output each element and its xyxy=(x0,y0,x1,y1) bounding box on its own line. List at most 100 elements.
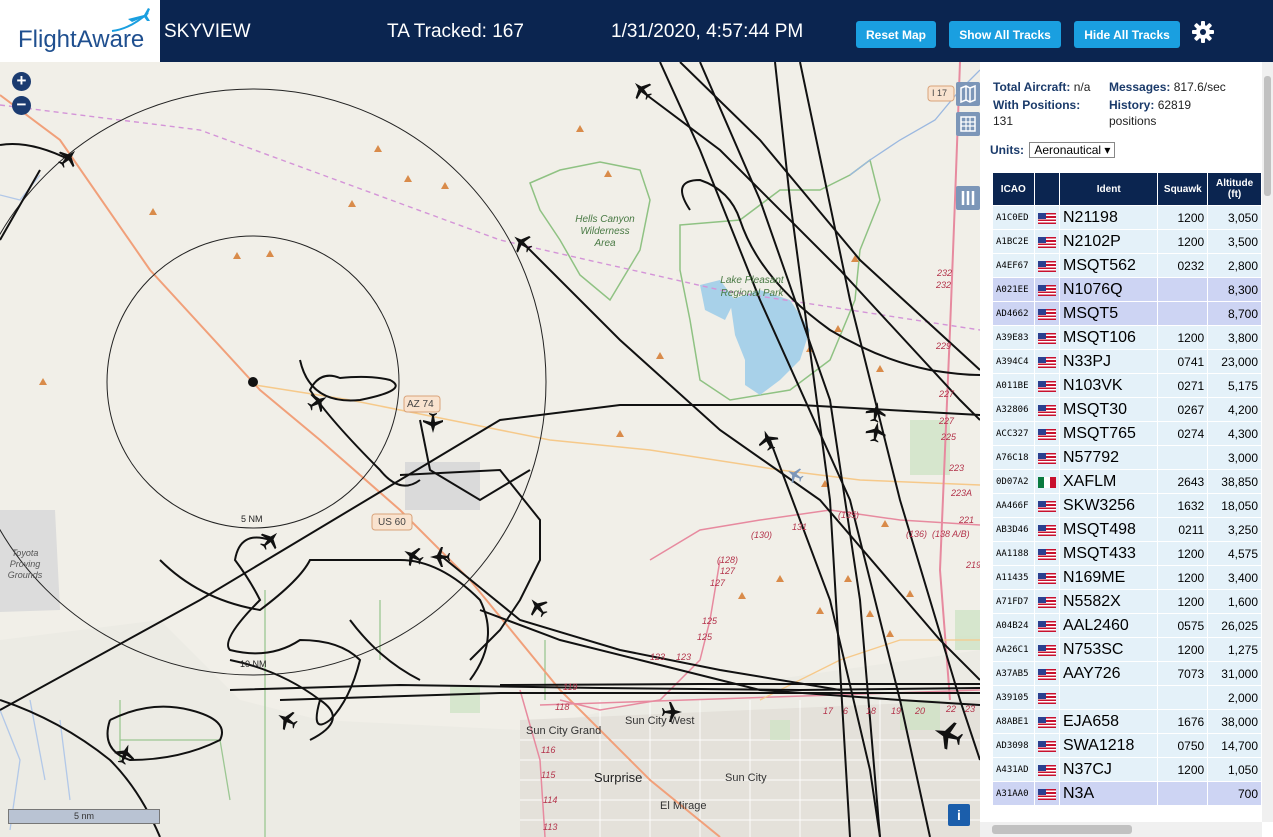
ident-cell: XAFLM xyxy=(1058,469,1159,494)
icao-cell: AA1188 xyxy=(992,541,1035,566)
zoom-in-button[interactable]: + xyxy=(12,72,31,91)
flag-cell xyxy=(1033,589,1060,614)
route-label: 114 xyxy=(543,795,558,805)
flag-cell xyxy=(1033,253,1060,278)
us-flag-icon xyxy=(1037,740,1056,752)
vertical-scrollbar[interactable] xyxy=(1262,62,1273,822)
table-row[interactable]: A4EF67 MSQT562 0232 2,800 xyxy=(992,253,1262,278)
squawk-cell: 0271 xyxy=(1157,373,1209,398)
ident-cell: N2102P xyxy=(1058,229,1159,254)
squawk-cell: 1200 xyxy=(1157,541,1209,566)
shield-us60: US 60 xyxy=(378,517,406,528)
table-row[interactable]: A011BE N103VK 0271 5,175 xyxy=(992,373,1262,398)
table-row[interactable]: A1BC2E N2102P 1200 3,500 xyxy=(992,229,1262,254)
table-row[interactable]: A39E83 MSQT106 1200 3,800 xyxy=(992,325,1262,350)
reset-map-button[interactable]: Reset Map xyxy=(856,21,936,48)
alt-cell: 4,575 xyxy=(1207,541,1262,566)
positions-value: 131 xyxy=(993,114,1014,128)
us-flag-icon xyxy=(1037,572,1056,584)
alt-cell: 3,500 xyxy=(1207,229,1262,254)
route-label: (130) xyxy=(751,530,773,540)
ta-tracked-count: TA Tracked: 167 xyxy=(387,21,524,42)
horizontal-scrollbar[interactable] xyxy=(980,822,1262,837)
squawk-cell: 7073 xyxy=(1157,661,1209,686)
ident-cell: N169ME xyxy=(1058,565,1159,590)
table-row[interactable]: A394C4 N33PJ 0741 23,000 xyxy=(992,349,1262,374)
map-canvas[interactable] xyxy=(0,62,980,837)
icao-cell: A431AD xyxy=(992,757,1035,782)
table-row[interactable]: ACC327 MSQT765 0274 4,300 xyxy=(992,421,1262,446)
flag-cell xyxy=(1033,637,1060,662)
show-all-tracks-button[interactable]: Show All Tracks xyxy=(949,21,1061,48)
aircraft-table: ICAO Ident Squawk Altitude (ft) A1C0ED N2… xyxy=(992,172,1262,806)
route-label: 225 xyxy=(941,432,957,442)
col-squawk[interactable]: Squawk xyxy=(1157,172,1209,206)
route-label: 19 xyxy=(891,706,902,716)
squawk-cell: 1632 xyxy=(1157,493,1209,518)
table-row[interactable]: AD3098 SWA1218 0750 14,700 xyxy=(992,733,1262,758)
us-flag-icon xyxy=(1037,716,1056,728)
messages-value: 817.6/sec xyxy=(1173,80,1226,94)
table-row[interactable]: A8ABE1 EJA658 1676 38,000 xyxy=(992,709,1262,734)
flag-cell xyxy=(1033,709,1060,734)
hscroll-thumb[interactable] xyxy=(992,825,1132,834)
ident-cell: SKW3256 xyxy=(1058,493,1159,518)
alt-cell: 3,050 xyxy=(1207,205,1262,230)
units-select[interactable]: Aeronautical ▾ xyxy=(1029,142,1116,158)
grid-toggle-button[interactable] xyxy=(956,112,980,136)
scroll-thumb[interactable] xyxy=(1264,76,1271,196)
route-label: 23 xyxy=(965,704,976,714)
us-flag-icon xyxy=(1037,260,1056,272)
hide-all-tracks-button[interactable]: Hide All Tracks xyxy=(1074,21,1180,48)
top-header: FlightAware SKYVIEW TA Tracked: 167 1/31… xyxy=(0,0,1273,62)
table-row[interactable]: A431AD N37CJ 1200 1,050 xyxy=(992,757,1262,782)
table-row[interactable]: AD4662 MSQT5 8,700 xyxy=(992,301,1262,326)
table-row[interactable]: AB3D46 MSQT498 0211 3,250 xyxy=(992,517,1262,542)
map-layers-button[interactable] xyxy=(956,82,980,106)
us-flag-icon xyxy=(1037,452,1056,464)
messages-label: Messages: xyxy=(1109,80,1171,94)
route-label: 232 xyxy=(936,280,952,290)
table-row[interactable]: A71FD7 N5582X 1200 1,600 xyxy=(992,589,1262,614)
info-button[interactable]: i xyxy=(948,804,970,826)
table-row[interactable]: AA1188 MSQT433 1200 4,575 xyxy=(992,541,1262,566)
flag-cell xyxy=(1033,517,1060,542)
table-row[interactable]: A1C0ED N21198 1200 3,050 xyxy=(992,205,1262,230)
table-row[interactable]: AA26C1 N753SC 1200 1,275 xyxy=(992,637,1262,662)
table-row[interactable]: A31AA0 N3A 700 xyxy=(992,781,1262,806)
route-label: 219 xyxy=(966,560,980,570)
positions-stat: With Positions: 131 xyxy=(993,97,1103,129)
ident-cell: N3A xyxy=(1058,781,1159,806)
alt-cell: 1,050 xyxy=(1207,757,1262,782)
icao-cell: A1C0ED xyxy=(992,205,1035,230)
table-row[interactable]: A04B24 AAL2460 0575 26,025 xyxy=(992,613,1262,638)
table-row[interactable]: A39105 2,000 xyxy=(992,685,1262,710)
gear-icon[interactable] xyxy=(1191,20,1215,44)
route-label: 118 xyxy=(555,702,570,712)
col-altitude[interactable]: Altitude (ft) xyxy=(1207,172,1262,206)
table-row[interactable]: A37AB5 AAY726 7073 31,000 xyxy=(992,661,1262,686)
table-row[interactable]: A11435 N169ME 1200 3,400 xyxy=(992,565,1262,590)
flightaware-logo[interactable]: FlightAware xyxy=(0,0,160,62)
col-ident[interactable]: Ident xyxy=(1058,172,1159,206)
column-toggle-button[interactable] xyxy=(956,186,980,210)
route-label: 221 xyxy=(959,515,975,525)
zoom-out-button[interactable]: − xyxy=(12,96,31,115)
flag-cell xyxy=(1033,349,1060,374)
icao-cell: A31AA0 xyxy=(992,781,1035,806)
route-label: 232 xyxy=(937,268,953,278)
table-row[interactable]: A32806 MSQT30 0267 4,200 xyxy=(992,397,1262,422)
table-row[interactable]: A76C18 N57792 3,000 xyxy=(992,445,1262,470)
map-view[interactable]: Hells Canyon Wilderness Area Lake Pleasa… xyxy=(0,62,980,837)
icao-cell: A394C4 xyxy=(992,349,1035,374)
col-flag[interactable] xyxy=(1033,172,1060,206)
table-row[interactable]: 0D07A2 XAFLM 2643 38,850 xyxy=(992,469,1262,494)
table-row[interactable]: A021EE N1076Q 8,300 xyxy=(992,277,1262,302)
route-label: 116 xyxy=(541,745,556,755)
icao-cell: A71FD7 xyxy=(992,589,1035,614)
alt-cell: 2,000 xyxy=(1207,685,1262,710)
alt-cell: 1,275 xyxy=(1207,637,1262,662)
table-row[interactable]: AA466F SKW3256 1632 18,050 xyxy=(992,493,1262,518)
icao-cell: A1BC2E xyxy=(992,229,1035,254)
col-icao[interactable]: ICAO xyxy=(992,172,1035,206)
